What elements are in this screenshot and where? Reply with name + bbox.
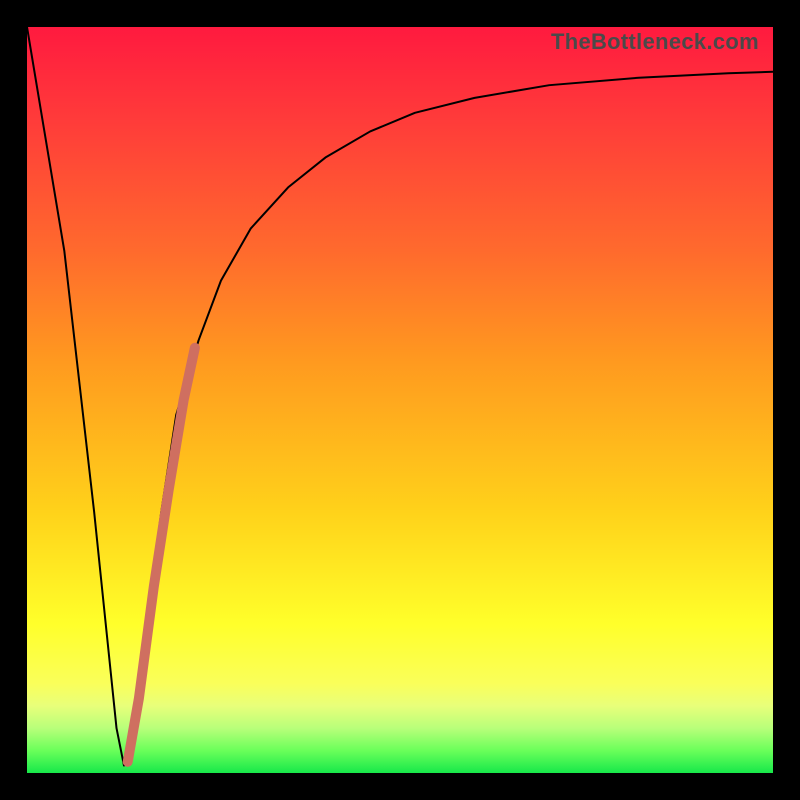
chart-svg — [27, 27, 773, 773]
plot-area: TheBottleneck.com — [27, 27, 773, 773]
highlight-segment — [128, 348, 195, 762]
bottleneck-curve — [27, 27, 773, 766]
chart-frame: TheBottleneck.com — [0, 0, 800, 800]
